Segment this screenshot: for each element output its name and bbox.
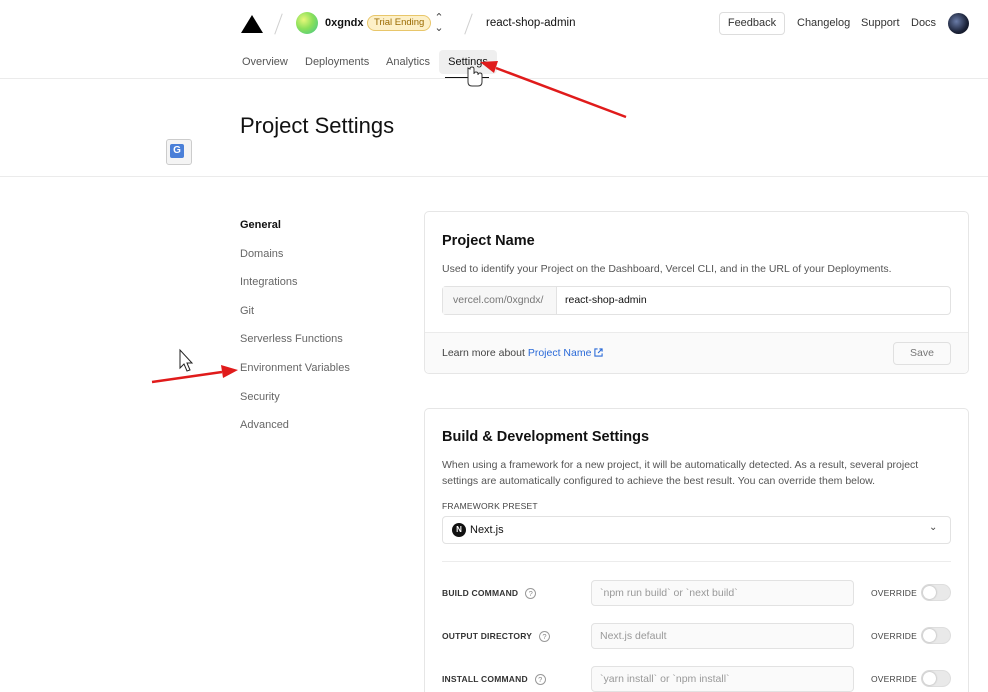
build-settings-card: Build & Development Settings When using … — [424, 408, 969, 692]
toggle-knob — [923, 672, 936, 685]
install-command-label-text: INSTALL COMMAND — [442, 674, 528, 684]
chevron-down-icon: ⌄ — [929, 522, 938, 533]
install-command-override-label: OVERRIDE — [871, 674, 917, 684]
output-directory-label-text: OUTPUT DIRECTORY — [442, 631, 533, 641]
framework-preset-select[interactable]: N Next.js ⌄ — [442, 516, 951, 544]
help-icon[interactable]: ? — [539, 631, 551, 643]
top-navigation-bar: 0xgndx Trial Ending ⌃ ⌄ react-shop-admin … — [0, 0, 988, 46]
docs-link[interactable]: Docs — [911, 17, 936, 29]
install-command-override-toggle[interactable] — [921, 670, 951, 687]
tab-overview[interactable]: Overview — [242, 56, 288, 68]
sidebar-item-general[interactable]: General — [240, 219, 281, 231]
project-name-card-title: Project Name — [442, 233, 535, 249]
sidebar-item-serverless-functions[interactable]: Serverless Functions — [240, 333, 343, 345]
nextjs-logo-icon: N — [452, 523, 466, 537]
project-name-input[interactable]: react-shop-admin — [565, 287, 647, 314]
tab-settings[interactable]: Settings — [439, 50, 497, 74]
learn-more-text: Learn more about Project Name — [442, 347, 603, 359]
build-description-line-1: When using a framework for a new project… — [442, 459, 919, 471]
external-link-icon[interactable] — [594, 348, 603, 357]
sidebar-item-security[interactable]: Security — [240, 391, 280, 403]
project-name-breadcrumb[interactable]: react-shop-admin — [486, 17, 575, 29]
tab-analytics[interactable]: Analytics — [386, 56, 430, 68]
build-command-override-label: OVERRIDE — [871, 588, 917, 598]
toggle-knob — [923, 586, 936, 599]
chevron-up-down-icon[interactable]: ⌃ ⌄ — [434, 13, 444, 34]
framework-preset-value: Next.js — [470, 524, 504, 536]
changelog-link[interactable]: Changelog — [797, 17, 850, 29]
help-icon[interactable]: ? — [525, 588, 537, 600]
framework-preset-label: FRAMEWORK PRESET — [442, 501, 538, 511]
learn-more-prefix: Learn more about — [442, 347, 525, 359]
build-command-input[interactable]: `npm run build` or `next build` — [591, 580, 854, 606]
output-directory-label: OUTPUT DIRECTORY? — [442, 631, 551, 643]
project-name-description: Used to identify your Project on the Das… — [442, 263, 892, 275]
toggle-knob — [923, 629, 936, 642]
red-arrow-to-environment-variables — [151, 365, 238, 384]
translate-icon[interactable]: G — [166, 139, 192, 165]
tab-deployments[interactable]: Deployments — [305, 56, 369, 68]
build-settings-card-title: Build & Development Settings — [442, 429, 650, 445]
header-divider — [0, 78, 988, 79]
project-name-docs-link[interactable]: Project Name — [528, 347, 592, 359]
output-directory-input[interactable]: Next.js default — [591, 623, 854, 649]
trial-status-badge[interactable]: Trial Ending — [367, 15, 432, 31]
build-description-line-2: settings are automatically configured to… — [442, 475, 876, 487]
sidebar-item-environment-variables[interactable]: Environment Variables — [240, 362, 350, 374]
red-arrow-to-settings-tab — [480, 61, 627, 119]
breadcrumb-separator — [464, 13, 473, 35]
url-prefix: vercel.com/0xgndx/ — [443, 287, 557, 314]
build-command-label-text: BUILD COMMAND — [442, 588, 519, 598]
output-directory-override-toggle[interactable] — [921, 627, 951, 644]
page-title: Project Settings — [240, 113, 395, 138]
feedback-button[interactable]: Feedback — [719, 12, 785, 35]
build-command-override-toggle[interactable] — [921, 584, 951, 601]
team-avatar[interactable] — [296, 12, 318, 34]
project-name-card: Project Name Used to identify your Proje… — [424, 211, 969, 374]
project-name-card-footer: Learn more about Project Name Save — [425, 332, 968, 373]
sidebar-item-advanced[interactable]: Advanced — [240, 419, 289, 431]
team-name[interactable]: 0xgndx — [325, 17, 364, 29]
save-button[interactable]: Save — [893, 342, 951, 365]
vercel-logo-icon[interactable] — [241, 15, 263, 33]
install-command-label: INSTALL COMMAND? — [442, 674, 546, 686]
sidebar-item-git[interactable]: Git — [240, 305, 254, 317]
arrow-cursor-icon — [179, 348, 194, 372]
breadcrumb-separator — [274, 13, 283, 35]
build-command-label: BUILD COMMAND? — [442, 588, 537, 600]
help-icon[interactable]: ? — [534, 674, 546, 686]
output-directory-override-label: OVERRIDE — [871, 631, 917, 641]
project-name-field[interactable]: vercel.com/0xgndx/ react-shop-admin — [442, 286, 951, 315]
support-link[interactable]: Support — [861, 17, 900, 29]
section-divider — [442, 561, 951, 562]
sidebar-item-integrations[interactable]: Integrations — [240, 276, 297, 288]
user-avatar[interactable] — [948, 13, 969, 34]
sidebar-item-domains[interactable]: Domains — [240, 248, 283, 260]
install-command-input[interactable]: `yarn install` or `npm install` — [591, 666, 854, 692]
title-divider — [0, 176, 988, 177]
